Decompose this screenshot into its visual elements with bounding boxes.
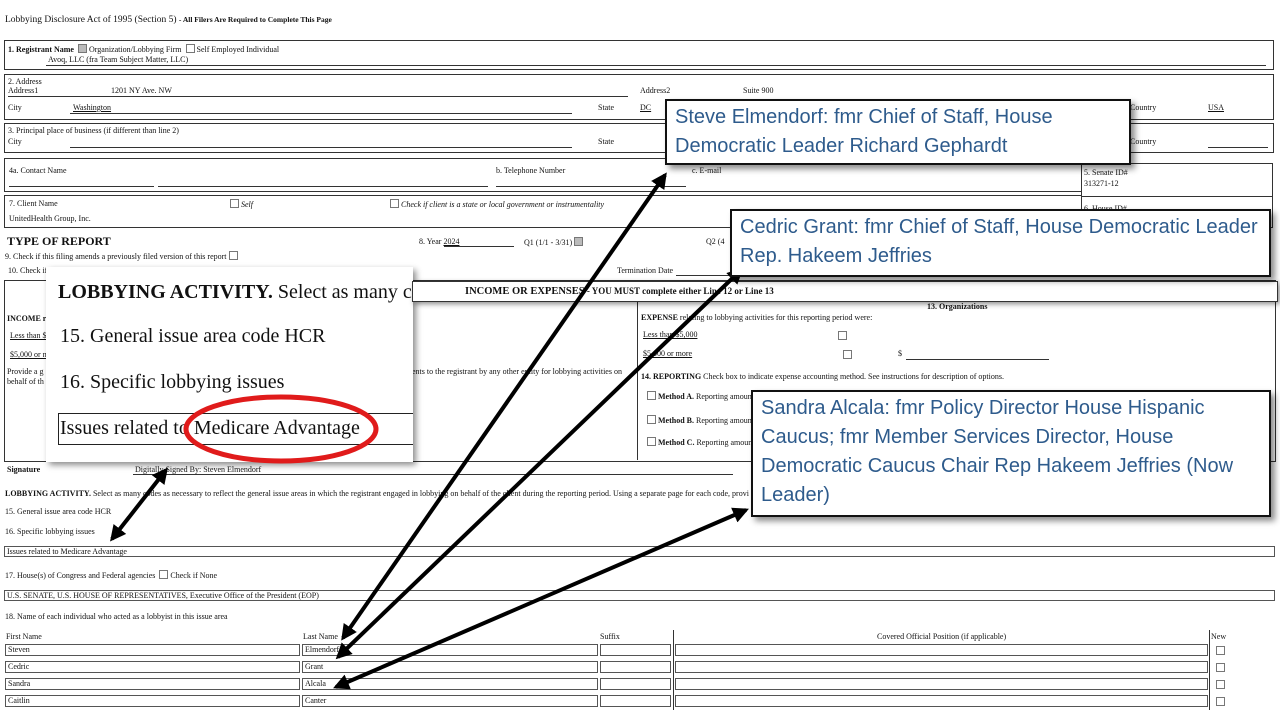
medicare-highlight-ellipse (183, 394, 379, 464)
arrow-steve (341, 172, 667, 641)
callout-cedric: Cedric Grant: fmr Chief of Staff, House … (730, 209, 1271, 277)
callout-sandra: Sandra Alcala: fmr Policy Director House… (751, 390, 1271, 517)
callout-steve: Steve Elmendorf: fmr Chief of Staff, Hou… (665, 99, 1131, 165)
arrow-zoom-to-issues (110, 467, 168, 542)
